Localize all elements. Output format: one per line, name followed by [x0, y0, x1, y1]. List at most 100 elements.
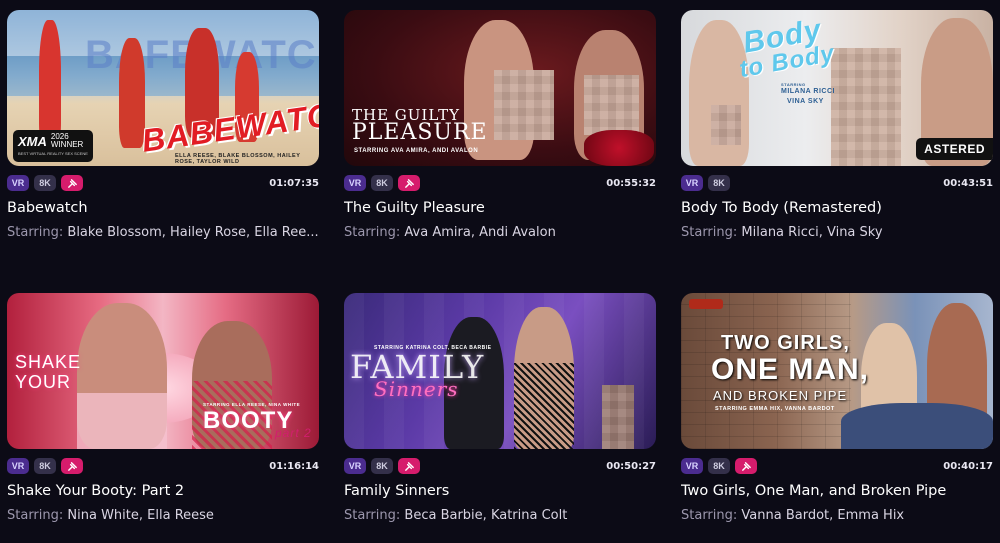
starring-line: Starring: Milana Ricci, Vina Sky [681, 225, 883, 240]
starring-label: Starring: [681, 225, 738, 240]
video-title[interactable]: Body To Body (Remastered) [681, 200, 993, 216]
thumbnail-title-line2: Sinners [374, 377, 459, 401]
video-duration: 01:07:35 [269, 177, 319, 189]
decor-shape [77, 393, 167, 449]
performer-link[interactable]: Milana Ricci [741, 225, 818, 240]
thumbnail-title-line2: ONE MAN, [711, 353, 869, 386]
video-duration: 00:50:27 [606, 460, 656, 472]
award-word: WINNER [50, 140, 84, 149]
8k-tag: 8K [371, 458, 393, 474]
starring-line: Starring: Vanna Bardot, Emma Hix [681, 508, 905, 523]
video-card: THE GUILTY PLEASURE STARRING AVA AMIRA, … [344, 10, 656, 240]
censor-block [602, 385, 634, 449]
video-card: TWO GIRLS, ONE MAN, AND BROKEN PIPE STAR… [681, 293, 993, 523]
video-card: Body to Body STARRING MILANA RICCI VINA … [681, 10, 993, 240]
8k-tag: 8K [371, 175, 393, 191]
censor-block [831, 48, 901, 166]
video-thumbnail[interactable]: SHAKE YOUR BOOTY part 2 STARRING ELLA RE… [7, 293, 319, 449]
8k-tag: 8K [34, 458, 56, 474]
starring-label: Starring: [7, 508, 64, 523]
pin-icon [735, 458, 757, 474]
performer-link[interactable]: Hailey Rose [170, 225, 246, 240]
performer-link[interactable]: Nina White [67, 508, 138, 523]
8k-tag: 8K [34, 175, 56, 191]
performer-link[interactable]: Ava Amira [404, 225, 470, 240]
video-duration: 01:16:14 [269, 460, 319, 472]
video-thumbnail[interactable]: THE GUILTY PLEASURE STARRING AVA AMIRA, … [344, 10, 656, 166]
performer-link[interactable]: Vanna Bardot [741, 508, 829, 523]
meta-row: VR 8K 01:07:35 [7, 175, 319, 191]
8k-tag: 8K [708, 458, 730, 474]
starring-label: Starring: [344, 508, 401, 523]
video-thumbnail[interactable]: Body to Body STARRING MILANA RICCI VINA … [681, 10, 993, 166]
censor-block [494, 70, 554, 140]
video-title[interactable]: Two Girls, One Man, and Broken Pipe [681, 483, 993, 499]
pin-icon [398, 175, 420, 191]
starring-line: Starring: Blake Blossom, Hailey Rose, El… [7, 225, 319, 240]
censor-block [711, 105, 741, 145]
meta-row: VR 8K 00:43:51 [681, 175, 993, 191]
thumbnail-cast-text: STARRING KATRINA COLT, BECA BARBIE [374, 345, 492, 351]
decor-shape [584, 130, 654, 166]
performer-link[interactable]: Katrina Colt [491, 508, 567, 523]
meta-row: VR 8K 01:16:14 [7, 458, 319, 474]
decor-shape [514, 363, 574, 449]
starring-label: Starring: [681, 508, 738, 523]
starring-line: Starring: Nina White, Ella Reese [7, 508, 214, 523]
meta-row: VR 8K 00:55:32 [344, 175, 656, 191]
censor-block [584, 75, 639, 135]
thumbnail-cast-text: STARRING ELLA REESE, NINA WHITE [203, 402, 301, 407]
performer-link[interactable]: Andi Avalon [479, 225, 556, 240]
performer-link[interactable]: Vina Sky [827, 225, 883, 240]
thumbnail-title-line2: YOUR [15, 372, 72, 392]
video-title[interactable]: Babewatch [7, 200, 319, 216]
thumbnail-title-line1: SHAKE [15, 352, 82, 372]
video-duration: 00:43:51 [943, 177, 993, 189]
performer-link[interactable]: Blake Blossom [67, 225, 161, 240]
remastered-badge: ASTERED [916, 138, 993, 160]
starring-line: Starring: Beca Barbie, Katrina Colt [344, 508, 568, 523]
video-card: SHAKE YOUR BOOTY part 2 STARRING ELLA RE… [7, 293, 319, 523]
video-title[interactable]: Shake Your Booty: Part 2 [7, 483, 319, 499]
thumbnail-part-text: part 2 [275, 426, 312, 440]
video-thumbnail[interactable]: BAFEWATCH BABEWATCH ELLA REESE, BLAKE BL… [7, 10, 319, 166]
meta-row: VR 8K 00:40:17 [681, 458, 993, 474]
vr-tag: VR [344, 175, 366, 191]
pin-icon [61, 458, 83, 474]
starring-label: Starring: [344, 225, 401, 240]
figure-shape [39, 20, 61, 148]
vr-tag: VR [681, 458, 703, 474]
award-logo-icon: XMA [18, 133, 47, 149]
pin-icon [398, 458, 420, 474]
video-thumbnail[interactable]: TWO GIRLS, ONE MAN, AND BROKEN PIPE STAR… [681, 293, 993, 449]
vr-tag: VR [7, 458, 29, 474]
thumbnail-starring-label: STARRING [781, 82, 806, 87]
thumbnail-cast-1: MILANA RICCI [781, 88, 835, 95]
thumbnail-cast-text: STARRING EMMA HIX, VANNA BARDOT [715, 406, 835, 412]
video-duration: 00:40:17 [943, 460, 993, 472]
award-badge: XMA 2026 WINNER BEST VIRTUAL REALITY SEX… [13, 130, 93, 162]
pin-icon [61, 175, 83, 191]
video-title[interactable]: The Guilty Pleasure [344, 200, 656, 216]
video-duration: 00:55:32 [606, 177, 656, 189]
performer-link[interactable]: Emma Hix [837, 508, 904, 523]
thumbnail-cast-text: STARRING AVA AMIRA, ANDI AVALON [354, 148, 479, 154]
performer-link[interactable]: Beca Barbie [404, 508, 482, 523]
meta-row: VR 8K 00:50:27 [344, 458, 656, 474]
thumbnail-cast-2: VINA SKY [787, 98, 824, 105]
thumbnail-cast-text: ELLA REESE, BLAKE BLOSSOM, HAILEY ROSE, … [175, 153, 301, 165]
pipe-shape [689, 299, 723, 309]
vr-tag: VR [7, 175, 29, 191]
thumbnail-logo-title: BABEWATCH [139, 93, 319, 159]
decor-shape [841, 403, 993, 449]
performer-link[interactable]: Ella Reese [147, 508, 214, 523]
award-caption: BEST VIRTUAL REALITY SEX SCENE [18, 151, 88, 156]
thumbnail-title-line2: PLEASURE [352, 120, 488, 145]
video-thumbnail[interactable]: FAMILY Sinners STARRING KATRINA COLT, BE… [344, 293, 656, 449]
vr-tag: VR [344, 458, 366, 474]
video-title[interactable]: Family Sinners [344, 483, 656, 499]
performer-link[interactable]: Ella Ree... [254, 225, 318, 240]
video-card: FAMILY Sinners STARRING KATRINA COLT, BE… [344, 293, 656, 523]
video-card: BAFEWATCH BABEWATCH ELLA REESE, BLAKE BL… [7, 10, 319, 240]
thumbnail-title-line1: TWO GIRLS, [721, 332, 850, 354]
